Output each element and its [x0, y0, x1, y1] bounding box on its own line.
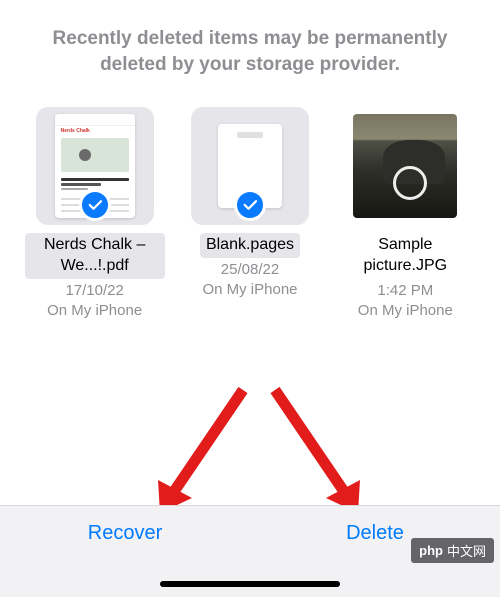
header-message: Recently deleted items may be permanentl…	[0, 0, 500, 77]
photo-preview	[353, 114, 457, 218]
file-location-label: On My iPhone	[358, 301, 453, 321]
file-thumbnail[interactable]: Nerds Chalk	[36, 107, 154, 225]
file-location-label: On My iPhone	[202, 280, 297, 300]
file-date-label: 17/10/22	[65, 281, 123, 301]
home-indicator	[160, 581, 340, 587]
file-date-label: 1:42 PM	[377, 281, 433, 301]
selected-checkmark-icon	[79, 189, 111, 221]
watermark-logo: php	[419, 543, 443, 558]
watermark: php 中文网	[411, 538, 494, 563]
file-name-label: Sample picture.JPG	[335, 233, 475, 279]
file-thumbnail[interactable]	[191, 107, 309, 225]
file-item[interactable]: Nerds Chalk Nerds Chalk – We...!.pdf 17/…	[25, 107, 165, 321]
file-thumbnail[interactable]	[346, 107, 464, 225]
file-name-label: Nerds Chalk – We...!.pdf	[25, 233, 165, 279]
files-grid: Nerds Chalk Nerds Chalk – We...!.pdf 17/…	[0, 77, 500, 321]
file-name-label: Blank.pages	[200, 233, 300, 258]
recover-button[interactable]: Recover	[0, 522, 250, 545]
annotation-arrow-icon	[260, 385, 370, 515]
file-item[interactable]: Sample picture.JPG 1:42 PM On My iPhone	[335, 107, 475, 321]
file-item[interactable]: Blank.pages 25/08/22 On My iPhone	[180, 107, 320, 321]
file-location-label: On My iPhone	[47, 301, 142, 321]
watermark-text: 中文网	[447, 541, 486, 560]
selected-checkmark-icon	[234, 189, 266, 221]
annotation-arrow-icon	[148, 385, 258, 515]
file-date-label: 25/08/22	[221, 260, 279, 280]
